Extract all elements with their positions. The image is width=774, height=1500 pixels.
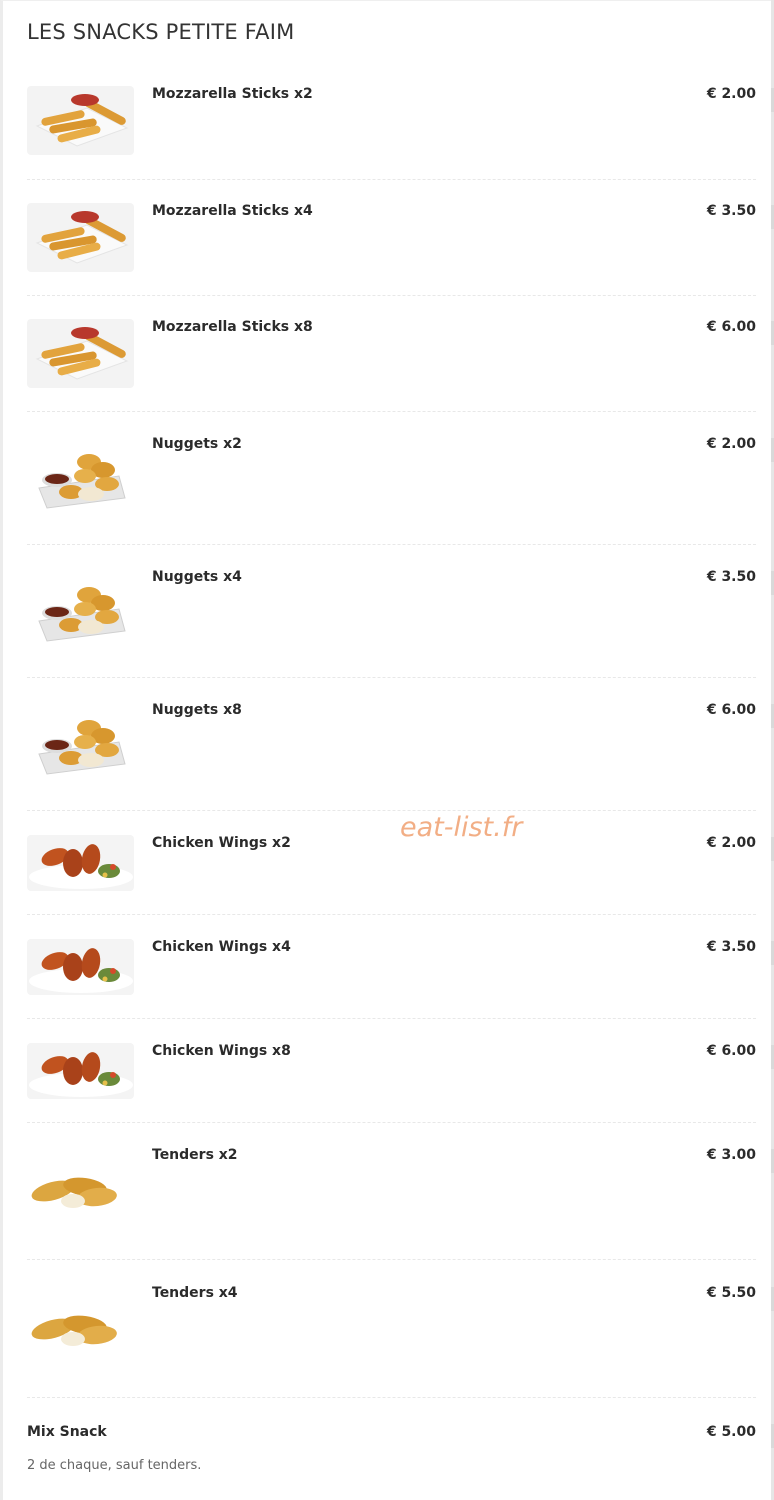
mozzarella-sticks-image bbox=[27, 203, 134, 272]
item-price: € 6.00 bbox=[706, 1043, 756, 1059]
watermark: eat-list.fr bbox=[400, 812, 523, 843]
item-name: Mozzarella Sticks x8 bbox=[152, 319, 313, 335]
item-price: € 6.00 bbox=[706, 702, 756, 718]
menu-item[interactable]: Mozzarella Sticks x4 € 3.50 bbox=[27, 203, 756, 296]
nuggets-image bbox=[27, 569, 134, 669]
menu-item[interactable]: Nuggets x2 € 2.00 bbox=[27, 436, 756, 545]
item-price: € 2.00 bbox=[706, 436, 756, 452]
item-name: Nuggets x2 bbox=[152, 436, 242, 452]
mix-snack-price: € 5.00 bbox=[706, 1424, 756, 1440]
nuggets-image bbox=[27, 436, 134, 536]
item-price: € 6.00 bbox=[706, 319, 756, 335]
mix-snack-name[interactable]: Mix Snack bbox=[27, 1424, 107, 1440]
menu-item[interactable]: Tenders x4 € 5.50 bbox=[27, 1285, 756, 1398]
item-price: € 3.50 bbox=[706, 939, 756, 955]
item-name: Chicken Wings x4 bbox=[152, 939, 291, 955]
item-price: € 3.50 bbox=[706, 203, 756, 219]
item-name: Tenders x4 bbox=[152, 1285, 238, 1301]
item-name: Chicken Wings x8 bbox=[152, 1043, 291, 1059]
chicken-wings-image bbox=[27, 939, 134, 995]
item-name: Tenders x2 bbox=[152, 1147, 238, 1163]
menu-item[interactable]: Chicken Wings x2 € 2.00 bbox=[27, 835, 756, 915]
mozzarella-sticks-image bbox=[27, 319, 134, 388]
section-title: LES SNACKS PETITE FAIM bbox=[27, 20, 295, 44]
item-name: Nuggets x8 bbox=[152, 702, 242, 718]
item-name: Mozzarella Sticks x4 bbox=[152, 203, 313, 219]
item-name: Nuggets x4 bbox=[152, 569, 242, 585]
tenders-image bbox=[27, 1157, 134, 1247]
menu-item[interactable]: Chicken Wings x4 € 3.50 bbox=[27, 939, 756, 1019]
chicken-wings-image bbox=[27, 1043, 134, 1099]
mix-snack-description: 2 de chaque, sauf tenders. bbox=[27, 1458, 202, 1473]
chicken-wings-image bbox=[27, 835, 134, 891]
menu-item[interactable]: Nuggets x4 € 3.50 bbox=[27, 569, 756, 678]
item-price: € 2.00 bbox=[706, 835, 756, 851]
item-price: € 5.50 bbox=[706, 1285, 756, 1301]
item-name: Mozzarella Sticks x2 bbox=[152, 86, 313, 102]
item-price: € 3.50 bbox=[706, 569, 756, 585]
menu-item[interactable]: Chicken Wings x8 € 6.00 bbox=[27, 1043, 756, 1123]
mozzarella-sticks-image bbox=[27, 86, 134, 155]
menu-item[interactable]: Nuggets x8 € 6.00 bbox=[27, 702, 756, 811]
item-price: € 2.00 bbox=[706, 86, 756, 102]
tenders-image bbox=[27, 1295, 134, 1385]
menu-item[interactable]: Mozzarella Sticks x8 € 6.00 bbox=[27, 319, 756, 412]
item-name: Chicken Wings x2 bbox=[152, 835, 291, 851]
nuggets-image bbox=[27, 702, 134, 802]
item-price: € 3.00 bbox=[706, 1147, 756, 1163]
menu-item[interactable]: Tenders x2 € 3.00 bbox=[27, 1147, 756, 1260]
menu-item[interactable]: Mozzarella Sticks x2 € 2.00 bbox=[27, 86, 756, 180]
